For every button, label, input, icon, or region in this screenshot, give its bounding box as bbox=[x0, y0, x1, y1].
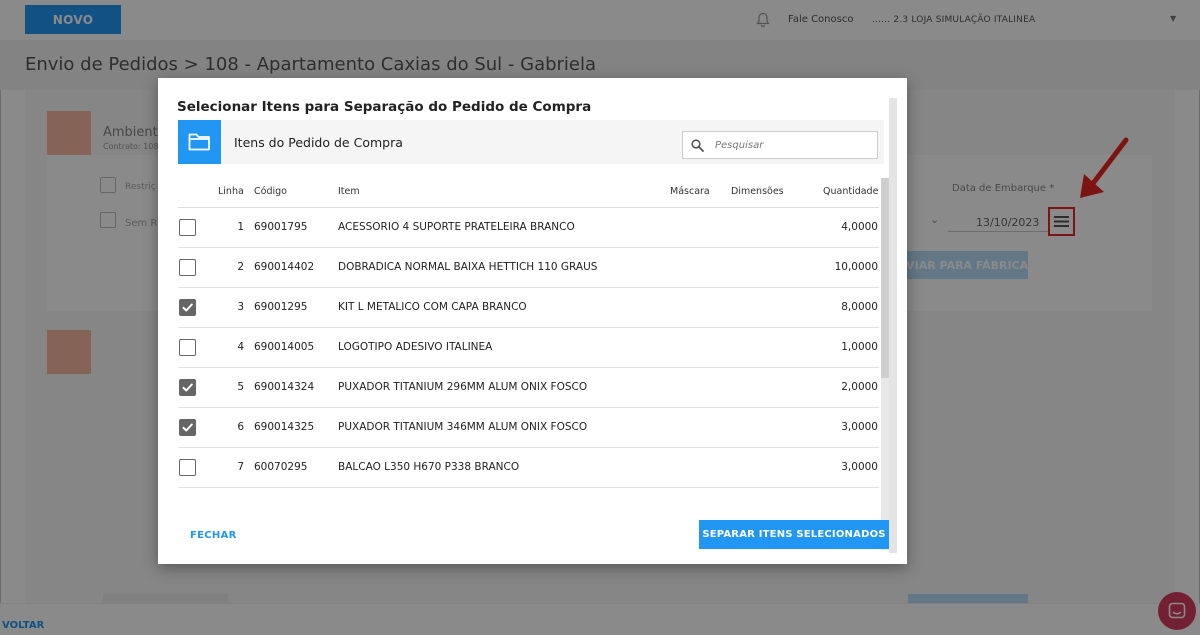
cell-linha: 1 bbox=[237, 221, 244, 233]
cell-codigo: 690014005 bbox=[254, 341, 315, 353]
cell-quantidade: 10,0000 bbox=[834, 261, 878, 273]
close-button[interactable]: FECHAR bbox=[190, 530, 237, 541]
cell-quantidade: 4,0000 bbox=[841, 221, 878, 233]
table-scrollbar-thumb[interactable] bbox=[881, 178, 889, 378]
section-title: Itens do Pedido de Compra bbox=[234, 135, 403, 150]
table-row[interactable]: 6 690014325 PUXADOR TITANIUM 346MM ALUM ON… bbox=[178, 408, 879, 448]
row-checkbox[interactable] bbox=[179, 259, 196, 276]
row-checkbox[interactable] bbox=[179, 219, 196, 236]
folder-badge bbox=[178, 120, 221, 164]
cell-codigo: 690014324 bbox=[254, 381, 315, 393]
cell-codigo: 690014402 bbox=[254, 261, 315, 273]
row-checkbox[interactable] bbox=[179, 339, 196, 356]
cell-quantidade: 3,0000 bbox=[841, 421, 878, 433]
cell-linha: 6 bbox=[237, 421, 244, 433]
section-header: Itens do Pedido de Compra bbox=[178, 120, 884, 164]
col-header-codigo: Código bbox=[254, 186, 287, 197]
table-row[interactable]: 3 69001295 KIT L METALICO COM CAPA BRANCO 8… bbox=[178, 288, 879, 328]
cell-quantidade: 1,0000 bbox=[841, 341, 878, 353]
table-row[interactable]: 2 690014402 DOBRADICA NORMAL BAIXA HETTICH… bbox=[178, 248, 879, 288]
cell-linha: 4 bbox=[237, 341, 244, 353]
cell-codigo: 69001295 bbox=[254, 301, 308, 313]
separate-selected-button[interactable]: SEPARAR ITENS SELECIONADOS bbox=[699, 520, 889, 549]
select-items-modal: Selecionar Itens para Separação do Pedid… bbox=[158, 78, 907, 564]
cell-linha: 2 bbox=[237, 261, 244, 273]
cell-codigo: 69001795 bbox=[254, 221, 308, 233]
search-icon bbox=[691, 139, 704, 152]
cell-linha: 7 bbox=[237, 461, 244, 473]
row-checkbox[interactable] bbox=[179, 299, 196, 316]
table-row[interactable]: 5 690014324 PUXADOR TITANIUM 296MM ALUM ON… bbox=[178, 368, 879, 408]
col-header-linha: Linha bbox=[218, 186, 244, 197]
table-row[interactable]: 4 690014005 LOGOTIPO ADESIVO ITALINEA 1,000… bbox=[178, 328, 879, 368]
checkmark-icon bbox=[182, 383, 193, 392]
cell-item: PUXADOR TITANIUM 296MM ALUM ONIX FOSCO bbox=[338, 381, 588, 393]
col-header-quantidade: Quantidade bbox=[823, 186, 879, 197]
cell-quantidade: 2,0000 bbox=[841, 381, 878, 393]
cell-linha: 3 bbox=[237, 301, 244, 313]
modal-title: Selecionar Itens para Separação do Pedid… bbox=[177, 99, 592, 115]
cell-codigo: 60070295 bbox=[254, 461, 308, 473]
cell-linha: 5 bbox=[237, 381, 244, 393]
cell-quantidade: 8,0000 bbox=[841, 301, 878, 313]
cell-item: KIT L METALICO COM CAPA BRANCO bbox=[338, 301, 527, 313]
row-checkbox[interactable] bbox=[179, 459, 196, 476]
row-checkbox[interactable] bbox=[179, 419, 196, 436]
checkmark-icon bbox=[182, 423, 193, 432]
cell-item: PUXADOR TITANIUM 346MM ALUM ONIX FOSCO bbox=[338, 421, 588, 433]
row-checkbox[interactable] bbox=[179, 379, 196, 396]
cell-codigo: 690014325 bbox=[254, 421, 315, 433]
table-row[interactable]: 7 60070295 BALCAO L350 H670 P338 BRANCO 3,0… bbox=[178, 448, 879, 488]
table-row[interactable]: 1 69001795 ACESSORIO 4 SUPORTE PRATELEIRA … bbox=[178, 208, 879, 248]
folder-icon bbox=[188, 133, 210, 151]
search-box[interactable] bbox=[682, 131, 878, 159]
cell-item: DOBRADICA NORMAL BAIXA HETTICH 110 GRAUS bbox=[338, 261, 598, 273]
checkmark-icon bbox=[182, 303, 193, 312]
search-input[interactable] bbox=[715, 137, 873, 153]
cell-item: LOGOTIPO ADESIVO ITALINEA bbox=[338, 341, 493, 353]
col-header-mascara: Máscara bbox=[670, 186, 710, 197]
col-header-item: Item bbox=[338, 186, 360, 197]
cell-item: ACESSORIO 4 SUPORTE PRATELEIRA BRANCO bbox=[338, 221, 575, 233]
modal-scrollbar[interactable] bbox=[889, 98, 897, 553]
cell-quantidade: 3,0000 bbox=[841, 461, 878, 473]
cell-item: BALCAO L350 H670 P338 BRANCO bbox=[338, 461, 520, 473]
col-header-dimensoes: Dimensões bbox=[731, 186, 784, 197]
